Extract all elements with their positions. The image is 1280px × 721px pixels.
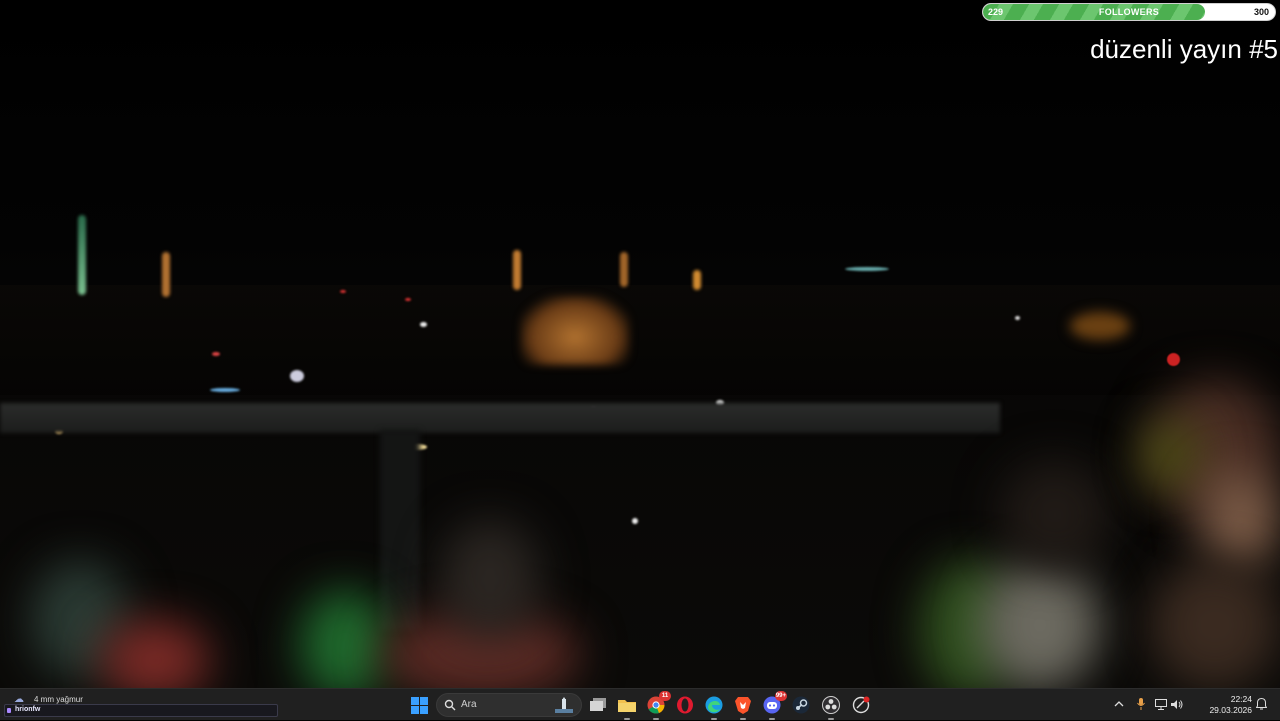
obs-icon bbox=[822, 696, 840, 714]
city-skyline bbox=[0, 285, 1280, 395]
opera-button[interactable] bbox=[673, 693, 697, 717]
search-icon bbox=[444, 699, 456, 711]
recording-app-icon bbox=[852, 696, 870, 714]
blurred-person bbox=[300, 590, 390, 688]
railing-post bbox=[380, 430, 420, 630]
volume-button[interactable] bbox=[1170, 697, 1184, 711]
network-icon bbox=[1155, 698, 1167, 710]
city-light bbox=[1070, 312, 1130, 340]
brave-button[interactable] bbox=[731, 693, 755, 720]
clock-time: 22:24 bbox=[1230, 694, 1252, 704]
green-tower bbox=[78, 215, 86, 295]
city-light bbox=[212, 352, 220, 356]
obs-button[interactable] bbox=[819, 693, 843, 720]
search-placeholder: Ara bbox=[461, 699, 477, 710]
clock-date: 29.03.2026 bbox=[1209, 705, 1252, 715]
city-light bbox=[1015, 316, 1020, 320]
follower-goal-label: FOLLOWERS bbox=[1098, 7, 1160, 17]
search-highlight-icon bbox=[555, 697, 573, 713]
windows-start-icon bbox=[410, 696, 428, 714]
blurred-person bbox=[440, 520, 540, 640]
taskbar: ☁ 4 mm yağmur hrionfw Ara 11 99+ 22:24 2… bbox=[0, 688, 1280, 720]
system-tray: 22:24 29.03.2026 bbox=[1114, 689, 1280, 721]
city-light bbox=[420, 322, 427, 327]
minaret bbox=[693, 270, 701, 290]
railing bbox=[0, 403, 1000, 433]
search-box[interactable]: Ara bbox=[436, 693, 582, 717]
edge-button[interactable] bbox=[702, 693, 726, 720]
blurred-person bbox=[100, 620, 210, 688]
ticker-text: hrionfw bbox=[15, 706, 41, 713]
notifications-button[interactable] bbox=[1254, 697, 1268, 711]
follower-goal-bar: 229 FOLLOWERS 300 bbox=[982, 3, 1276, 21]
brave-icon bbox=[735, 697, 751, 714]
city-light bbox=[632, 518, 638, 524]
network-button[interactable] bbox=[1154, 697, 1168, 711]
city-light bbox=[210, 388, 240, 392]
discord-badge: 99+ bbox=[774, 691, 787, 701]
show-hidden-icons-button[interactable] bbox=[1112, 697, 1126, 711]
minaret bbox=[620, 252, 628, 287]
steam-button[interactable] bbox=[789, 693, 813, 717]
speaker-icon bbox=[1171, 699, 1183, 709]
city-light bbox=[340, 290, 346, 293]
blurred-person bbox=[1150, 560, 1280, 688]
chrome-button[interactable]: 11 bbox=[644, 691, 671, 720]
video-background bbox=[0, 0, 1280, 688]
clock[interactable]: 22:24 29.03.2026 bbox=[1209, 694, 1252, 716]
blurred-person bbox=[1000, 460, 1110, 570]
city-light bbox=[845, 267, 889, 271]
minaret bbox=[162, 252, 170, 297]
chevron-up-icon bbox=[1114, 701, 1124, 707]
recording-app-button[interactable] bbox=[849, 693, 873, 717]
chat-ticker: hrionfw bbox=[4, 704, 278, 717]
microphone-icon bbox=[1137, 698, 1145, 710]
chrome-badge: 11 bbox=[659, 691, 671, 701]
city-light bbox=[290, 370, 304, 382]
blurred-person bbox=[1140, 420, 1200, 490]
blurred-person bbox=[980, 560, 1100, 688]
start-button[interactable] bbox=[407, 693, 431, 717]
notification-icon bbox=[1255, 698, 1267, 710]
task-view-icon bbox=[590, 698, 606, 711]
lit-mosque bbox=[520, 295, 630, 365]
follower-goal-target: 300 bbox=[1253, 7, 1269, 17]
steam-icon bbox=[792, 696, 810, 714]
opera-icon bbox=[677, 696, 693, 714]
file-explorer-icon bbox=[618, 700, 636, 712]
file-explorer-button[interactable] bbox=[615, 693, 639, 720]
weather-text: 4 mm yağmur bbox=[34, 695, 83, 704]
discord-button[interactable]: 99+ bbox=[760, 691, 787, 720]
microphone-button[interactable] bbox=[1134, 697, 1148, 711]
blurred-person bbox=[1200, 470, 1280, 570]
task-view-button[interactable] bbox=[586, 693, 610, 717]
minaret bbox=[513, 250, 521, 290]
ticker-dot bbox=[7, 708, 11, 713]
edge-icon bbox=[705, 696, 723, 714]
city-light bbox=[405, 298, 411, 301]
